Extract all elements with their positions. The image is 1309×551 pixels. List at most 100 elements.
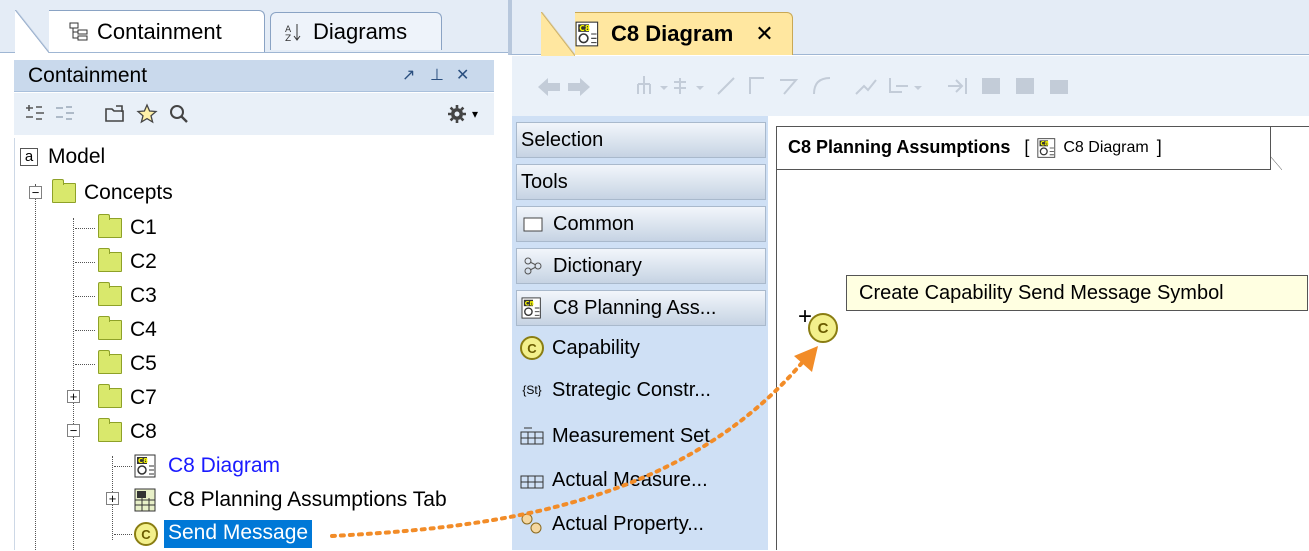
tree-item-label-selected: Send Message [164, 520, 313, 548]
pin-icon[interactable]: ⊥ [430, 65, 444, 85]
tree-item-c7[interactable]: C7 [98, 381, 157, 415]
tree-connector [114, 534, 132, 535]
tree-connector [75, 364, 95, 365]
folder-icon [98, 350, 122, 374]
tree-connector [75, 228, 95, 229]
capability-icon: C [134, 522, 158, 546]
tree-item-c8[interactable]: C8 [98, 415, 157, 449]
path-style-icons[interactable] [852, 72, 1082, 105]
capability-drop-icon: C [808, 313, 838, 343]
palette-group-selection[interactable]: Selection [516, 122, 766, 158]
tab-containment-label: Containment [97, 18, 222, 44]
collapse-all-icon[interactable] [24, 103, 46, 125]
tab-diagrams-label: Diagrams [313, 18, 408, 44]
tree-connector [73, 218, 74, 550]
diagrams-icon: AZ [285, 22, 305, 44]
chevron-down-icon[interactable]: ▾ [472, 107, 494, 129]
forward-arrow-icon[interactable] [566, 76, 592, 103]
expand-toggle-icon[interactable]: + [106, 492, 119, 505]
tree-connector [75, 262, 95, 263]
tab-c8-diagram-label: C8 Diagram [611, 21, 734, 46]
frame-diagram-reference: C8 Diagram [1063, 138, 1149, 156]
palette-group-label: Selection [521, 128, 604, 151]
tree-item-label: C3 [130, 284, 157, 307]
tooltip: Create Capability Send Message Symbol [846, 275, 1308, 311]
palette-group-label: Tools [521, 170, 568, 193]
c8-diagram-icon: C8 [521, 296, 545, 320]
palette-group-tools[interactable]: Tools [516, 164, 766, 200]
tree-item-label: Model [48, 145, 106, 168]
search-icon[interactable] [168, 103, 190, 125]
svg-text:C8: C8 [138, 457, 148, 465]
diagram-frame[interactable] [776, 126, 1309, 550]
dictionary-icon [521, 254, 545, 278]
c8-diagram-icon: C8 [575, 21, 603, 47]
folder-icon [98, 214, 122, 238]
tree-item-label: C8 Diagram [168, 454, 281, 477]
tree-item-label: C2 [130, 250, 157, 273]
tree-connector [35, 184, 36, 550]
folder-outline-icon [521, 212, 545, 236]
collapse-toggle-icon[interactable]: − [29, 186, 42, 199]
tree-item-c8-diagram[interactable]: C8 C8 Diagram [134, 449, 280, 483]
tree-item-label: Concepts [84, 181, 173, 204]
favorites-star-icon[interactable] [136, 103, 158, 125]
open-folder-icon[interactable] [104, 103, 126, 125]
tree-item-label: C7 [130, 386, 157, 409]
tree-item-c5[interactable]: C5 [98, 347, 157, 381]
settings-gear-icon[interactable] [446, 103, 468, 125]
tree-item-label: C5 [130, 352, 157, 375]
folder-icon [98, 248, 122, 272]
expand-all-icon[interactable] [54, 103, 76, 125]
palette-group-label: Common [553, 212, 635, 235]
drag-arrow [330, 346, 818, 538]
svg-text:Z: Z [285, 34, 291, 42]
palette-group-c8[interactable]: C8 C8 Planning Ass... [516, 290, 766, 326]
undock-icon[interactable]: ↗ [402, 65, 415, 85]
panel-title: Containment [28, 63, 148, 87]
tree-item-concepts[interactable]: Concepts [52, 176, 173, 210]
c8-diagram-icon: C8 [1037, 137, 1059, 159]
containment-panel-header: Containment ↗ ⊥ ✕ [14, 60, 494, 92]
diagram-toolbar [512, 56, 1309, 117]
tree-item-c1[interactable]: C1 [98, 211, 157, 245]
tree-item-c4[interactable]: C4 [98, 313, 157, 347]
folder-icon [98, 418, 122, 442]
collapse-toggle-icon[interactable]: − [67, 424, 80, 437]
tab-diagrams[interactable]: AZ Diagrams [270, 12, 442, 50]
palette-group-dictionary[interactable]: Dictionary [516, 248, 766, 284]
tree-connector [114, 466, 132, 467]
tree-item-c3[interactable]: C3 [98, 279, 157, 313]
palette-group-label: C8 Planning Ass... [553, 296, 717, 319]
back-arrow-icon[interactable] [536, 76, 562, 103]
left-tab-strip: Containment AZ Diagrams [0, 0, 508, 53]
close-tab-icon[interactable]: ✕ [755, 21, 773, 47]
tree-connector [75, 296, 95, 297]
tree-item-c2[interactable]: C2 [98, 245, 157, 279]
containment-tree-icon [69, 22, 89, 42]
close-panel-icon[interactable]: ✕ [456, 65, 469, 85]
diagram-frame-label: C8 Planning Assumptions [ C8 C8 Diagram … [776, 126, 1282, 170]
c8-diagram-icon: C8 [134, 454, 160, 478]
tree-item-label: C8 [130, 420, 157, 443]
palette-group-common[interactable]: Common [516, 206, 766, 242]
package-icon: a [20, 148, 38, 166]
layout-tree-icon[interactable] [634, 72, 834, 105]
svg-text:C8: C8 [579, 24, 590, 33]
tree-item-send-message[interactable]: C Send Message [134, 517, 313, 551]
expand-toggle-icon[interactable]: + [67, 390, 80, 403]
tab-c8-diagram[interactable]: C8 C8 Diagram ✕ [541, 12, 793, 56]
frame-title: C8 Planning Assumptions [788, 137, 1011, 157]
folder-icon [98, 384, 122, 408]
tree-item-model[interactable]: a Model [20, 140, 105, 174]
tree-connector [75, 330, 95, 331]
containment-toolbar: ▾ [14, 93, 494, 135]
frame-bracket: ] [1156, 137, 1162, 157]
tree-item-label: C1 [130, 216, 157, 239]
folder-icon [98, 316, 122, 340]
folder-icon [98, 282, 122, 306]
svg-text:C8: C8 [1041, 141, 1049, 147]
palette-group-label: Dictionary [553, 254, 642, 277]
tab-containment[interactable]: Containment [15, 10, 265, 53]
tooltip-text: Create Capability Send Message Symbol [859, 281, 1224, 304]
